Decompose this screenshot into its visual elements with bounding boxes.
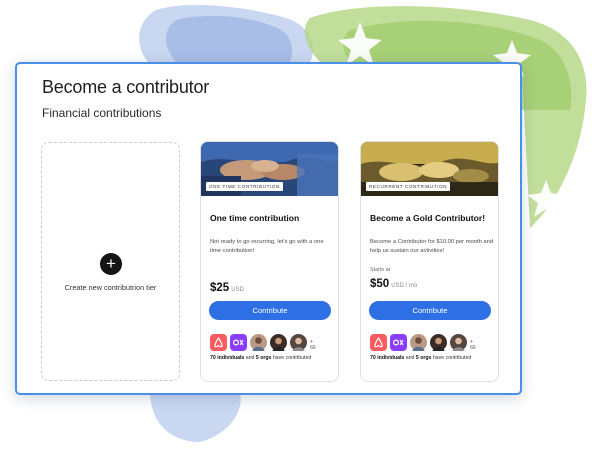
user-avatar-icon[interactable] xyxy=(430,334,447,351)
org-logo-icon[interactable] xyxy=(390,334,407,351)
tier-card-one-time: ONE TIME CONTRIBUTION One time contribut… xyxy=(200,141,339,382)
org-logo-icon[interactable] xyxy=(230,334,247,351)
tier-cover-image: RECURRENT CONTRIBUTION xyxy=(361,142,498,196)
tier-title: Become a Gold Contributor! xyxy=(370,213,486,223)
tier-description: Become a Contributor for $10.00 per mont… xyxy=(370,239,494,254)
tier-card-recurrent: RECURRENT CONTRIBUTION Become a Gold Con… xyxy=(360,141,499,382)
more-contributors-count: + 66 xyxy=(310,339,316,351)
plus-icon[interactable]: + xyxy=(100,253,122,275)
starts-at-label: Starts at xyxy=(370,267,391,273)
airbnb-logo-icon[interactable] xyxy=(210,334,227,351)
more-contributors-count: + 66 xyxy=(470,339,476,351)
tier-type-tag: ONE TIME CONTRIBUTION xyxy=(206,182,283,191)
create-tier-label: Create new contributrion tier xyxy=(64,283,157,292)
user-avatar-icon[interactable] xyxy=(410,334,427,351)
user-avatar-icon[interactable] xyxy=(290,334,307,351)
user-avatar-icon[interactable] xyxy=(270,334,287,351)
contributors-summary: 70 individuals and 5 orgs have contribut… xyxy=(370,355,471,361)
tier-title: One time contribution xyxy=(210,213,300,223)
individuals-count: 70 individuals xyxy=(210,355,245,361)
summary-suffix: have contributed xyxy=(432,355,472,361)
user-avatar-icon[interactable] xyxy=(450,334,467,351)
contribute-button[interactable]: Contribute xyxy=(209,301,331,320)
price-amount: $50 xyxy=(370,278,390,290)
tier-description: Not ready to go recurring, let's go with… xyxy=(210,239,324,254)
summary-and: and xyxy=(405,355,415,361)
user-avatar-icon[interactable] xyxy=(250,334,267,351)
page-title: Become a contributor xyxy=(42,77,210,97)
contributor-panel: Become a contributor Financial contribut… xyxy=(15,62,522,395)
blue-watercolor-splash-bottom xyxy=(140,390,250,449)
summary-suffix: have contributed xyxy=(272,355,312,361)
tier-cover-image: ONE TIME CONTRIBUTION xyxy=(201,142,338,196)
orgs-count: 5 orgs xyxy=(255,355,272,361)
orgs-count: 5 orgs xyxy=(415,355,432,361)
tier-price: $25 USD xyxy=(210,282,244,294)
section-subtitle: Financial contributions xyxy=(42,106,162,120)
price-amount: $25 xyxy=(210,282,230,294)
summary-and: and xyxy=(245,355,255,361)
contributors-summary: 70 individuals and 5 orgs have contribut… xyxy=(210,355,311,361)
tier-type-tag: RECURRENT CONTRIBUTION xyxy=(366,182,451,191)
airbnb-logo-icon[interactable] xyxy=(370,334,387,351)
price-unit: USD xyxy=(231,287,244,293)
individuals-count: 70 individuals xyxy=(370,355,405,361)
contribute-button[interactable]: Contribute xyxy=(369,301,491,320)
create-tier-card[interactable]: + Create new contributrion tier xyxy=(41,142,180,381)
price-unit: USD / mo xyxy=(391,283,418,289)
tier-price: $50 USD / mo xyxy=(370,278,417,290)
